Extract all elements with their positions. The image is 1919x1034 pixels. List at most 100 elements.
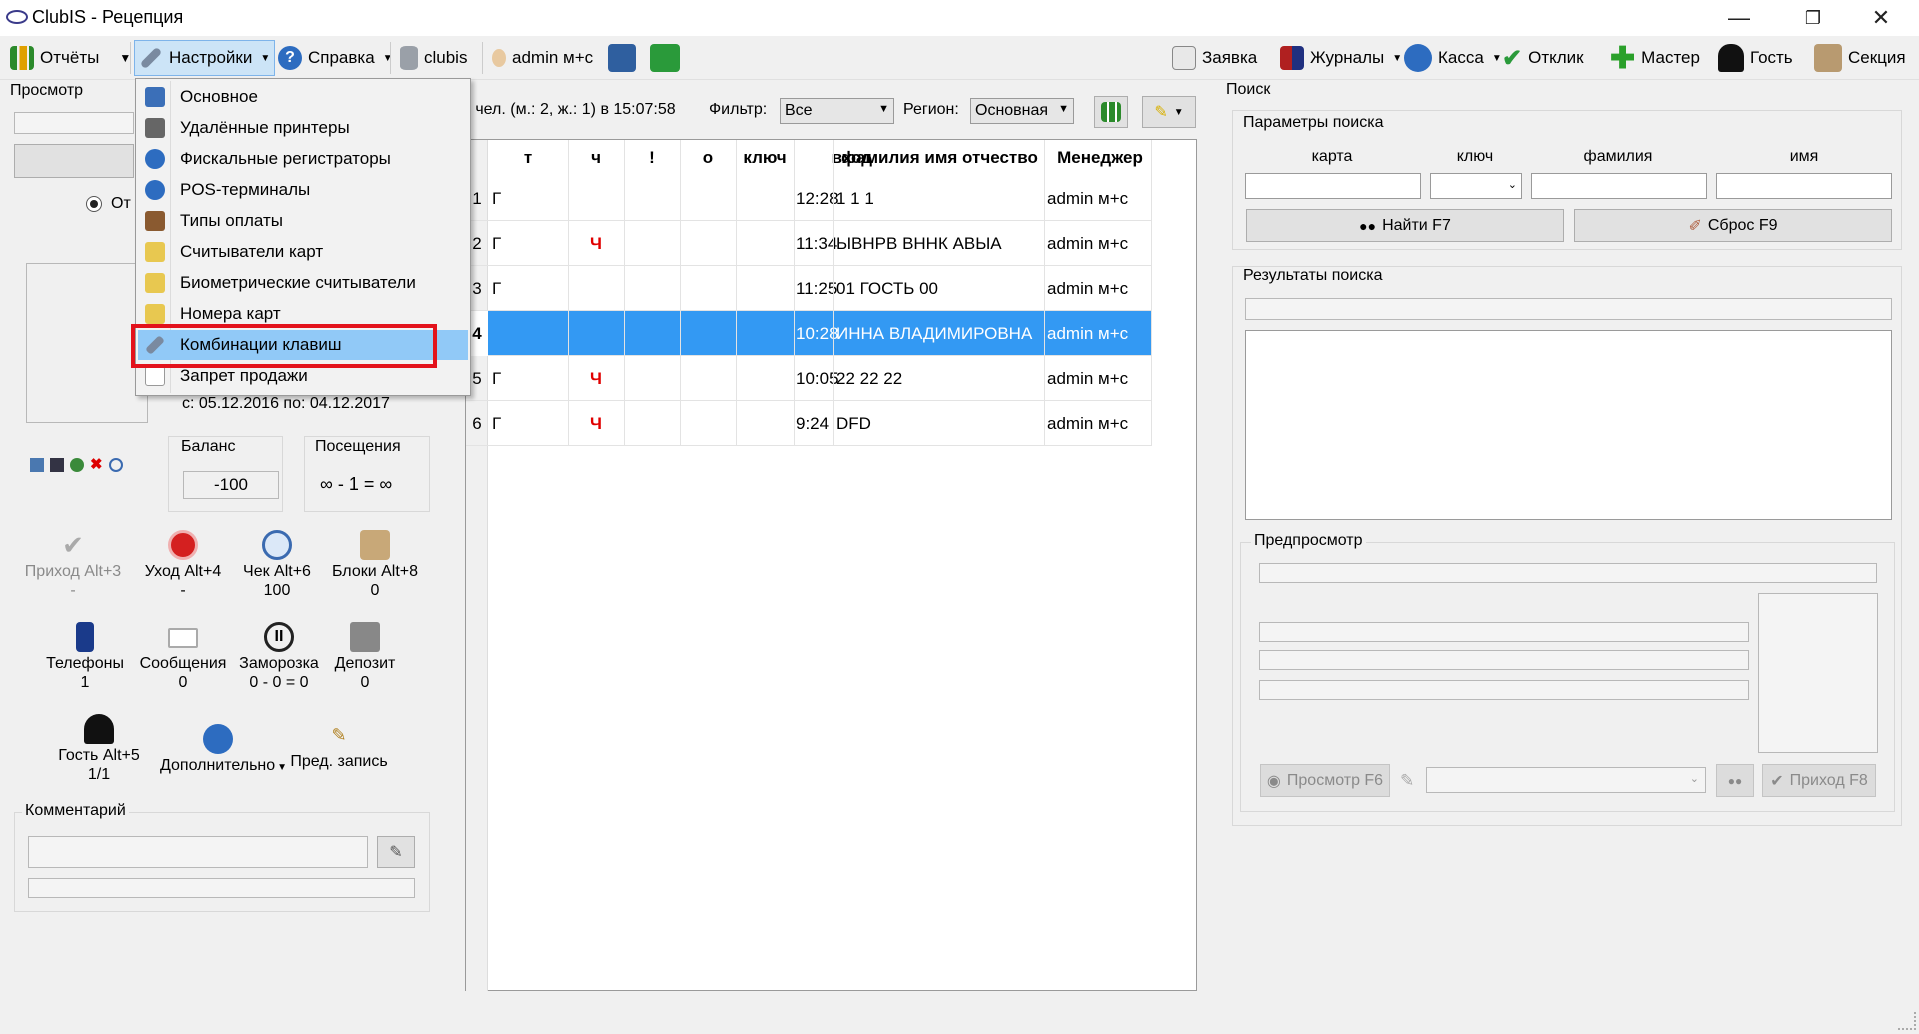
toolbar-settings-button[interactable]: Настройки ▼: [134, 40, 276, 76]
fullname-cell: DFD: [836, 413, 871, 433]
additional-action[interactable]: Дополнительно ▼: [160, 724, 287, 777]
toolbar-request-button[interactable]: Заявка: [1168, 42, 1261, 74]
info-icon: [1404, 44, 1432, 72]
col-header-name[interactable]: фамилия имя отчество: [833, 140, 1046, 176]
menu-item-card-readers[interactable]: Считыватели карт: [138, 237, 468, 267]
phones-action-label: Телефоны: [46, 655, 124, 672]
menu-item-fiscal-registers[interactable]: Фискальные регистраторы: [138, 144, 468, 174]
visits-summary: 6 чел. (м.: 2, ж.: 1) в 15:07:58: [462, 101, 676, 118]
card-input[interactable]: [1245, 173, 1421, 199]
lock-button[interactable]: [604, 42, 640, 74]
reset-button-label: Сброс F9: [1707, 216, 1778, 234]
ch-cell: Ч: [590, 413, 602, 433]
col-header-o[interactable]: о: [680, 140, 736, 176]
toolbar-cash-label: Касса: [1438, 48, 1484, 67]
surname-input[interactable]: [1531, 173, 1707, 199]
toolbar-database-button[interactable]: clubis: [396, 42, 471, 74]
fullname-cell: 1 1 1: [836, 188, 874, 208]
switch-button[interactable]: [646, 42, 684, 74]
key-select[interactable]: ⌄: [1430, 173, 1522, 199]
view-button[interactable]: [14, 144, 134, 178]
toolbar-reports-button[interactable]: Отчёты ▼: [6, 42, 135, 74]
menu-item-biometric-readers[interactable]: Биометрические считыватели: [138, 268, 468, 298]
deposit-action[interactable]: Депозит 0: [310, 622, 420, 692]
key-icon: ✎: [1400, 771, 1415, 790]
export-button[interactable]: [1094, 96, 1128, 128]
receipt-action[interactable]: Чек Alt+6 100: [222, 530, 332, 600]
minimize-button[interactable]: —: [1716, 4, 1762, 32]
prebook-action[interactable]: ✎ Пред. запись: [284, 720, 394, 771]
safe-icon: [350, 622, 380, 652]
title-bar: ClubIS - Рецепция — ❐ ✕: [0, 0, 1919, 36]
menu-item-pos-terminals[interactable]: POS-терминалы: [138, 175, 468, 205]
toolbar-response-button[interactable]: ✔ Отклик: [1498, 42, 1588, 74]
toolbar-section-label: Секция: [1848, 48, 1906, 67]
guest-action[interactable]: Гость Alt+5 1/1: [44, 714, 154, 784]
toolbar-database-label: clubis: [424, 48, 468, 67]
region-select[interactable]: Основная ▼: [970, 98, 1074, 124]
prebook-action-label: Пред. запись: [290, 753, 388, 770]
chevron-down-icon: ⌄: [1507, 179, 1517, 191]
col-header-excl[interactable]: !: [624, 140, 680, 176]
resize-grip[interactable]: [1898, 1012, 1916, 1030]
menu-item-payment-types[interactable]: Типы оплаты: [138, 206, 468, 236]
region-label: Регион:: [903, 101, 959, 118]
save-icon[interactable]: [50, 458, 64, 472]
comment-input[interactable]: [28, 836, 368, 868]
view-f6-button[interactable]: ◉ Просмотр F6: [1260, 764, 1390, 797]
blocks-icon: [360, 530, 390, 560]
toolbar-section-button[interactable]: Секция: [1810, 42, 1910, 74]
menu-item-remote-printers[interactable]: Удалённые принтеры: [138, 113, 468, 143]
open-icon[interactable]: [30, 458, 44, 472]
wallet-icon: [145, 211, 165, 231]
name-input[interactable]: [1716, 173, 1892, 199]
blocks-action[interactable]: Блоки Alt+8 0: [320, 530, 430, 600]
highlight-button[interactable]: ✎ ▼: [1142, 96, 1196, 128]
toolbar-reports-label: Отчёты: [40, 48, 100, 67]
fullname-cell: 22 22 22: [836, 368, 903, 388]
find-button[interactable]: ●● Найти F7: [1246, 209, 1564, 242]
preview-search-button[interactable]: ●●: [1716, 764, 1754, 797]
receipt-action-label: Чек Alt+6: [243, 563, 311, 580]
period-radio[interactable]: [86, 196, 102, 212]
col-header-manager[interactable]: Менеджер: [1048, 140, 1152, 176]
reset-button[interactable]: ✐ Сброс F9: [1574, 209, 1892, 242]
app-logo-icon: [6, 10, 28, 24]
arrive-action[interactable]: ✔ Приход Alt+3 -: [18, 530, 128, 600]
toolbar-help-button[interactable]: ? Справка ▼: [274, 42, 397, 74]
toolbar-guest-button[interactable]: Гость: [1714, 42, 1797, 74]
camera-icon[interactable]: [70, 458, 84, 472]
visits-label: Посещения: [312, 438, 404, 456]
chart-icon: [10, 46, 34, 70]
deposit-action-label: Депозит: [334, 655, 396, 672]
menu-item-general[interactable]: Основное: [138, 82, 468, 112]
toolbar-journals-button[interactable]: Журналы ▼: [1276, 42, 1406, 74]
results-list[interactable]: [1245, 330, 1892, 520]
col-header-t[interactable]: т: [488, 140, 568, 176]
phones-action[interactable]: Телефоны 1: [30, 622, 140, 692]
col-header-ch[interactable]: ч: [568, 140, 624, 176]
toolbar-cash-button[interactable]: Касса ▼: [1400, 42, 1506, 74]
photo-tools: ✖: [30, 457, 123, 472]
ch-cell: Ч: [590, 233, 602, 253]
filter-select[interactable]: Все ▼: [780, 98, 894, 124]
preview-select[interactable]: ⌄: [1426, 767, 1706, 793]
toolbar-master-button[interactable]: ✚ Мастер: [1606, 42, 1704, 75]
col-name-label: имя: [1789, 148, 1819, 165]
visits-value: ∞ - 1 = ∞: [320, 474, 393, 494]
filter-label: Фильтр:: [709, 101, 768, 118]
zoom-icon[interactable]: [108, 458, 123, 472]
phones-action-sub: 1: [80, 674, 90, 691]
messages-action[interactable]: Сообщения 0: [128, 622, 238, 692]
maximize-button[interactable]: ❐: [1790, 4, 1836, 32]
arrive-f8-button[interactable]: ✔ Приход F8: [1762, 764, 1876, 797]
toolbar-user-label: admin м+с: [512, 48, 594, 67]
col-key-label: ключ: [1456, 148, 1494, 165]
toolbar-user-button[interactable]: admin м+с: [488, 42, 597, 74]
balance-value: -100: [183, 471, 279, 499]
close-button[interactable]: ✕: [1858, 4, 1904, 32]
edit-comment-button[interactable]: ✎: [377, 836, 415, 868]
manager-cell: admin м+с: [1047, 368, 1129, 388]
preview-label: Предпросмотр: [1251, 532, 1366, 550]
delete-icon[interactable]: ✖: [90, 457, 103, 472]
